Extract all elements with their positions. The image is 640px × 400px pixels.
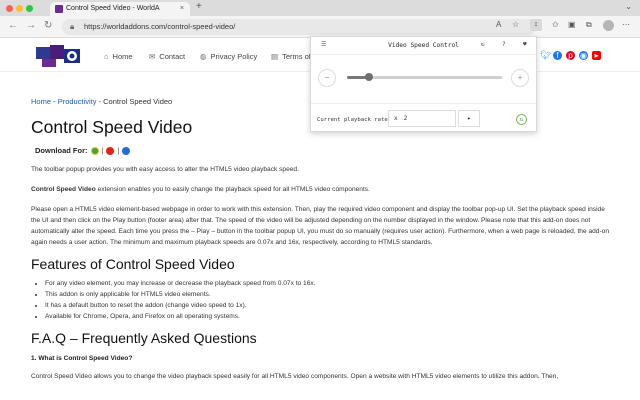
speed-slider-thumb[interactable] (364, 73, 373, 81)
speed-slider[interactable] (347, 73, 502, 81)
terms-icon: ▤ (271, 52, 279, 61)
nav-terms[interactable]: ▤ Terms of (271, 52, 311, 61)
breadcrumb-current: Control Speed Video (103, 97, 173, 106)
popup-header: ☰ Video Speed Control ↻ ? ♥ (311, 37, 536, 55)
list-item: It has a default button to reset the add… (45, 300, 609, 311)
nav-contact[interactable]: ✉ Contact (149, 52, 185, 61)
breadcrumb-home[interactable]: Home (31, 97, 51, 106)
back-arrow-icon[interactable]: ← (8, 20, 18, 31)
extensions-icon[interactable]: ⧉ (586, 20, 592, 30)
tab-list-chevron-icon[interactable]: ⌄ (625, 2, 632, 11)
help-icon[interactable]: ? (502, 41, 506, 48)
list-item: This addon is only applicable for HTML5 … (45, 289, 609, 300)
forward-arrow-icon[interactable]: → (26, 20, 36, 31)
breadcrumb-productivity[interactable]: Productivity (58, 97, 97, 106)
nav-home[interactable]: ⌂ Home (104, 52, 133, 61)
browser-tab[interactable]: Control Speed Video - WorldA × (50, 2, 190, 16)
new-tab-button[interactable]: + (196, 1, 202, 12)
close-window-button[interactable] (6, 5, 13, 12)
heart-icon[interactable]: ♥ (523, 41, 527, 48)
youtube-icon[interactable]: ▸ (592, 51, 601, 60)
tab-title: Control Speed Video - WorldA (66, 5, 160, 12)
tab-close-icon[interactable]: × (180, 2, 184, 16)
refresh-icon[interactable]: ↻ (481, 41, 485, 48)
intro-paragraph: The toolbar popup provides you with easy… (31, 166, 299, 173)
twitter-icon[interactable]: 🐦︎ (540, 51, 551, 60)
url-text: https://worldaddons.com/control-speed-vi… (84, 22, 236, 31)
faq-heading: F.A.Q – Frequently Asked Questions (31, 330, 257, 346)
list-item: For any video element, you may increase … (45, 278, 609, 289)
pinterest-icon[interactable]: p (566, 51, 575, 60)
features-list: For any video element, you may increase … (31, 278, 609, 322)
reload-icon[interactable]: ↻ (44, 20, 52, 31)
download-for: Download For: | | (35, 146, 609, 155)
popup-divider (311, 103, 536, 104)
minimize-window-button[interactable] (16, 5, 23, 12)
rate-label: Current playback rate (317, 117, 388, 123)
browser-toolbar: ← → ↻ 🔒︎ https://worldaddons.com/control… (0, 16, 640, 38)
facebook-icon[interactable]: f (553, 51, 562, 60)
tab-bar: Control Speed Video - WorldA × + ⌄ (0, 0, 640, 16)
chrome-icon[interactable] (90, 146, 99, 155)
video-speed-extension-icon[interactable]: ↕ (530, 19, 542, 31)
faq-question: 1. What is Control Speed Video? (31, 355, 133, 362)
collections-icon[interactable]: ▣ (568, 20, 576, 29)
favorites-icon[interactable]: ✩ (552, 20, 559, 29)
instructions-paragraph: Please open a HTML5 video element-based … (31, 206, 610, 246)
site-favicon-icon (55, 5, 63, 13)
nav-privacy-policy[interactable]: ◍ Privacy Policy (200, 52, 257, 61)
rate-prefix: x (394, 115, 398, 122)
list-item: Available for Chrome, Opera, and Firefox… (45, 311, 609, 322)
opera-icon[interactable] (106, 146, 115, 155)
url-bar[interactable]: 🔒︎ https://worldaddons.com/control-speed… (62, 19, 536, 35)
edge-icon[interactable] (122, 146, 131, 155)
video-speed-popup: ☰ Video Speed Control ↻ ? ♥ − + Current … (310, 36, 537, 132)
messenger-icon[interactable]: ◉ (579, 51, 588, 60)
more-menu-icon[interactable]: ⋯ (622, 20, 630, 29)
faq-answer: Control Speed Video allows you to change… (31, 373, 559, 380)
privacy-icon: ◍ (200, 52, 207, 61)
home-icon: ⌂ (104, 52, 109, 61)
article: Home - Productivity - Control Speed Vide… (31, 97, 609, 382)
play-button[interactable]: ▸ (458, 110, 480, 127)
lock-icon: 🔒︎ (70, 22, 75, 31)
profile-avatar[interactable] (603, 20, 614, 31)
worldaddons-logo[interactable] (34, 43, 84, 69)
rate-value: 2 (403, 115, 408, 122)
maximize-window-button[interactable] (26, 5, 33, 12)
description-paragraph: Control Speed Video extension enables yo… (31, 186, 370, 193)
favorite-star-icon[interactable]: ☆ (512, 20, 519, 29)
rate-input[interactable]: x2 (388, 110, 456, 127)
mail-icon: ✉ (149, 52, 156, 61)
reader-mode-icon[interactable]: A (496, 20, 501, 29)
increase-speed-button[interactable]: + (511, 69, 529, 87)
features-heading: Features of Control Speed Video (31, 256, 235, 272)
reset-icon[interactable]: ↻ (516, 114, 527, 125)
decrease-speed-button[interactable]: − (318, 69, 336, 87)
